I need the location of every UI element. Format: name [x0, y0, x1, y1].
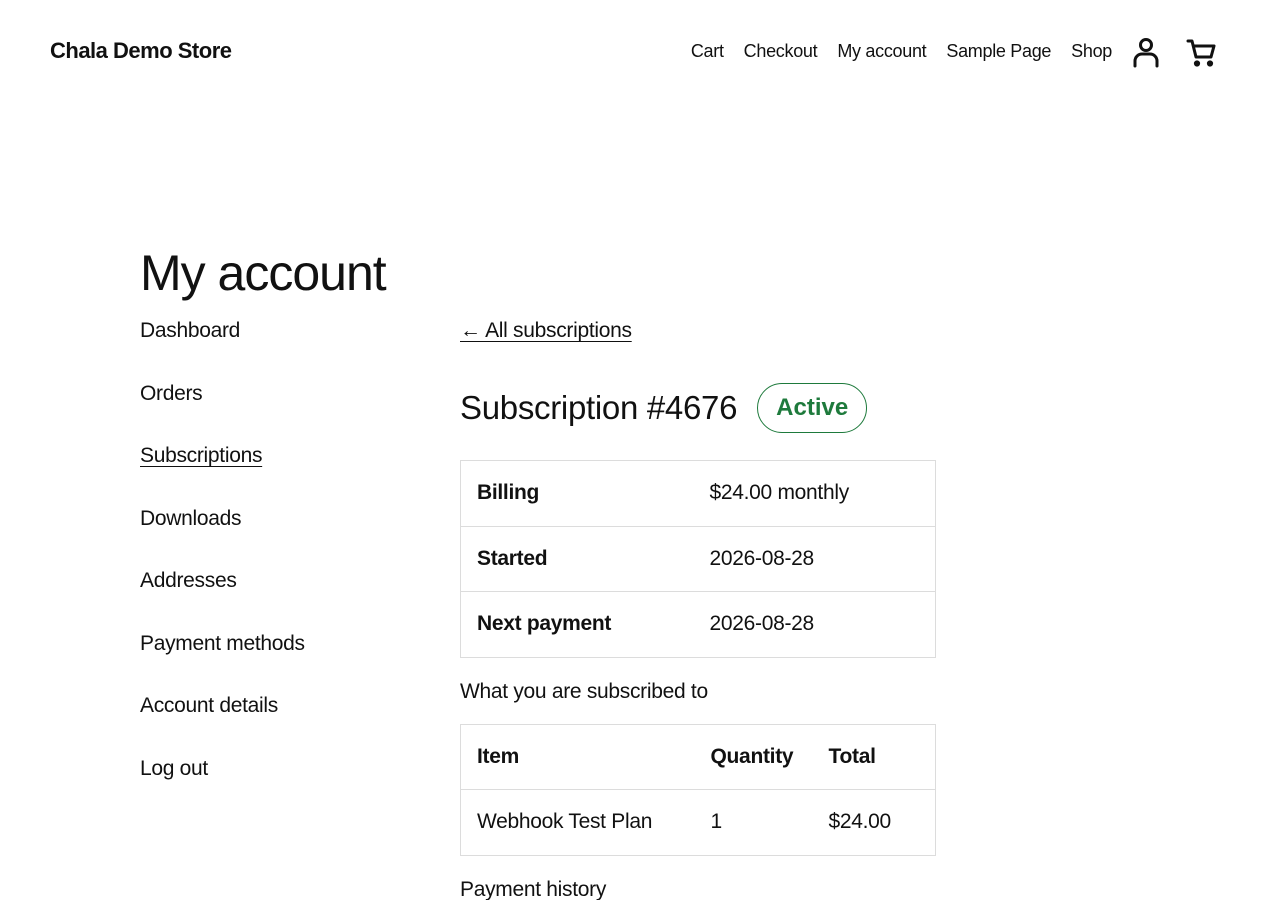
details-value: 2026-08-28 — [693, 525, 936, 592]
column-header-item: Item — [460, 723, 695, 790]
page-title: My account — [140, 245, 387, 301]
account-nav-item: Subscriptions — [140, 444, 305, 507]
subscription-items-table: Item Quantity Total Webhook Test Plan 1 … — [460, 723, 936, 856]
payment-history-heading: Payment history — [460, 877, 607, 900]
nav-link-my-account[interactable]: My account — [837, 41, 926, 62]
account-nav-log-out[interactable]: Log out — [140, 757, 208, 780]
all-subscriptions-link[interactable]: ← All subscriptions — [460, 319, 632, 343]
account-nav-orders[interactable]: Orders — [140, 382, 203, 405]
subscription-heading-row: Subscription #4676 Active — [460, 383, 936, 433]
column-header-quantity: Quantity — [694, 723, 829, 790]
nav-link-shop[interactable]: Shop — [1071, 41, 1112, 62]
subscription-content: ← All subscriptions Subscription #4676 A… — [460, 319, 936, 900]
items-header-row: Item Quantity Total — [460, 723, 936, 790]
account-nav-account-details[interactable]: Account details — [140, 694, 278, 717]
account-nav-dashboard[interactable]: Dashboard — [140, 319, 240, 342]
account-nav-subscriptions[interactable]: Subscriptions — [140, 444, 262, 467]
column-header-total: Total — [828, 723, 936, 790]
nav-link-sample-page[interactable]: Sample Page — [946, 41, 1051, 62]
subscription-title: Subscription #4676 — [460, 389, 738, 426]
account-icon[interactable] — [1130, 36, 1162, 68]
details-row: Next payment 2026-08-28 — [460, 591, 936, 658]
item-quantity: 1 — [694, 789, 829, 856]
table-row: Webhook Test Plan 1 $24.00 — [460, 789, 936, 856]
account-nav-addresses[interactable]: Addresses — [140, 569, 237, 592]
items-heading: What you are subscribed to — [460, 679, 708, 703]
details-label: Started — [460, 525, 694, 592]
nav-link-checkout[interactable]: Checkout — [744, 41, 818, 62]
details-label: Next payment — [460, 591, 694, 658]
site-title-link[interactable]: Chala Demo Store — [50, 38, 232, 64]
account-nav-item: Payment methods — [140, 632, 305, 695]
account-nav-item: Account details — [140, 694, 305, 757]
item-total: $24.00 — [828, 789, 936, 856]
details-value: 2026-08-28 — [693, 591, 936, 658]
item-name: Webhook Test Plan — [460, 789, 695, 856]
details-row: Billing $24.00 monthly — [460, 460, 936, 527]
account-nav-downloads[interactable]: Downloads — [140, 507, 242, 530]
cart-icon[interactable] — [1186, 36, 1218, 68]
account-nav-item: Downloads — [140, 507, 305, 570]
account-nav-item: Log out — [140, 757, 305, 820]
account-nav: Dashboard Orders Subscriptions Downloads… — [140, 319, 305, 819]
details-row: Started 2026-08-28 — [460, 525, 936, 592]
details-label: Billing — [460, 460, 694, 527]
account-nav-item: Addresses — [140, 569, 305, 632]
header-icons — [1130, 36, 1218, 68]
account-nav-item: Orders — [140, 382, 305, 445]
details-value: $24.00 monthly — [693, 460, 936, 527]
nav-link-cart[interactable]: Cart — [691, 41, 724, 62]
top-nav: Cart Checkout My account Sample Page Sho… — [691, 41, 1112, 62]
account-nav-payment-methods[interactable]: Payment methods — [140, 632, 305, 655]
page: Chala Demo Store Cart Checkout My accoun… — [0, 0, 1280, 900]
account-nav-item: Dashboard — [140, 319, 305, 382]
subscription-details-table: Billing $24.00 monthly Started 2026-08-2… — [460, 460, 936, 658]
status-badge: Active — [757, 383, 868, 433]
